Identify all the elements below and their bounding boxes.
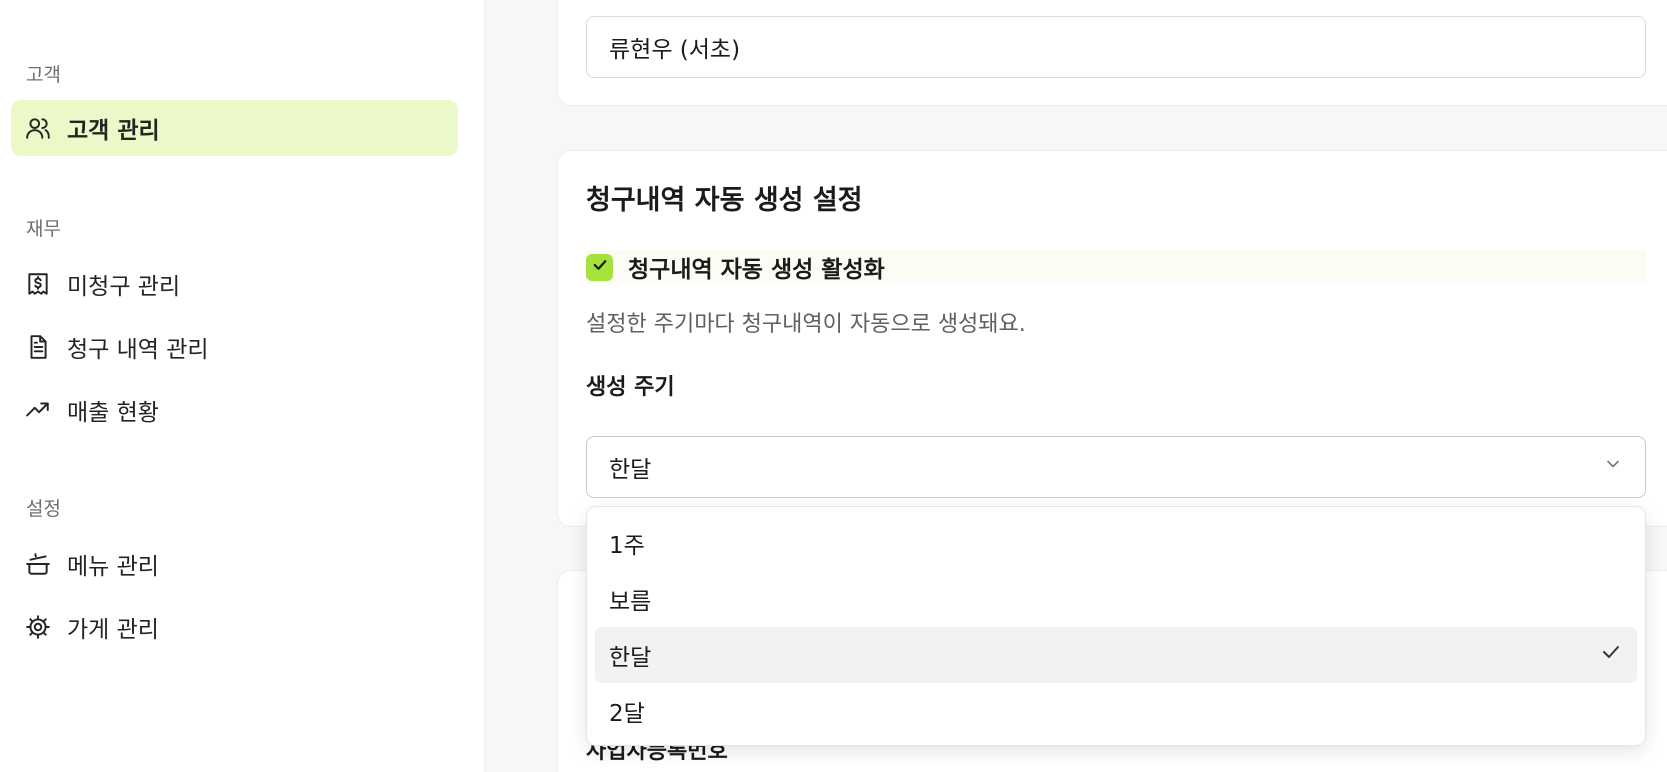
cycle-option-2months[interactable]: 2달: [595, 683, 1637, 739]
sidebar-section-settings: 설정: [26, 498, 61, 520]
cycle-option-half-month[interactable]: 보름: [595, 571, 1637, 627]
option-label: 한달: [609, 645, 652, 671]
sidebar-item-label: 매출 현황: [67, 400, 159, 426]
sidebar-item-invoice-history[interactable]: 청구 내역 관리: [11, 319, 458, 375]
sidebar-section-customer: 고객: [26, 64, 61, 86]
document-icon: [25, 334, 51, 360]
sidebar-item-label: 가게 관리: [67, 617, 159, 643]
sidebar-gutter: [485, 0, 529, 772]
option-label: 2달: [609, 701, 645, 727]
main-content: 류현우 (서초) 청구내역 자동 생성 설정 청구내역 자동 생성 활성화 설정…: [529, 0, 1667, 772]
auto-invoice-checkbox[interactable]: [586, 253, 613, 281]
cycle-option-1week[interactable]: 1주: [595, 515, 1637, 571]
sidebar-item-menu-management[interactable]: 메뉴 관리: [11, 536, 458, 592]
cooking-pot-icon: [25, 551, 51, 577]
sidebar-item-sales[interactable]: 매출 현황: [11, 382, 458, 438]
auto-invoice-enable-label: 청구내역 자동 생성 활성화: [628, 257, 885, 283]
chevron-down-icon: [1603, 454, 1623, 480]
gear-icon: [25, 614, 51, 640]
sidebar-item-unbilled[interactable]: 미청구 관리: [11, 256, 458, 312]
sidebar-item-label: 고객 관리: [67, 118, 160, 144]
trending-up-icon: [25, 397, 51, 423]
cycle-option-1month[interactable]: 한달: [595, 627, 1637, 683]
receipt-dollar-icon: [25, 271, 51, 297]
sidebar: 고객 고객 관리 재무 미청구 관리 청구 내역 관리 매출 현황 설정 메뉴 …: [0, 0, 485, 772]
auto-invoice-enable-row[interactable]: 청구내역 자동 생성 활성화: [586, 250, 1646, 284]
auto-invoice-card: 청구내역 자동 생성 설정 청구내역 자동 생성 활성화 설정한 주기마다 청구…: [557, 150, 1667, 527]
manager-card: 류현우 (서초): [557, 0, 1667, 106]
sidebar-item-label: 미청구 관리: [67, 274, 181, 300]
sidebar-item-label: 청구 내역 관리: [67, 337, 209, 363]
sidebar-item-label: 메뉴 관리: [67, 554, 159, 580]
sidebar-section-finance: 재무: [26, 218, 61, 240]
sidebar-item-customer-management[interactable]: 고객 관리: [11, 100, 458, 156]
cycle-select-value: 한달: [609, 457, 652, 483]
auto-invoice-helper-text: 설정한 주기마다 청구내역이 자동으로 생성돼요.: [586, 312, 1026, 337]
check-icon: [591, 256, 609, 278]
cycle-select[interactable]: 한달: [586, 436, 1646, 498]
users-icon: [25, 115, 51, 141]
sidebar-item-store-management[interactable]: 가게 관리: [11, 599, 458, 655]
cycle-label: 생성 주기: [586, 375, 675, 400]
cycle-dropdown: 1주 보름 한달 2달: [586, 506, 1646, 746]
option-label: 1주: [609, 533, 645, 559]
manager-input[interactable]: 류현우 (서초): [586, 16, 1646, 78]
manager-input-value: 류현우 (서초): [609, 37, 741, 63]
check-icon: [1599, 640, 1623, 670]
option-label: 보름: [609, 589, 652, 615]
auto-invoice-title: 청구내역 자동 생성 설정: [586, 185, 863, 216]
